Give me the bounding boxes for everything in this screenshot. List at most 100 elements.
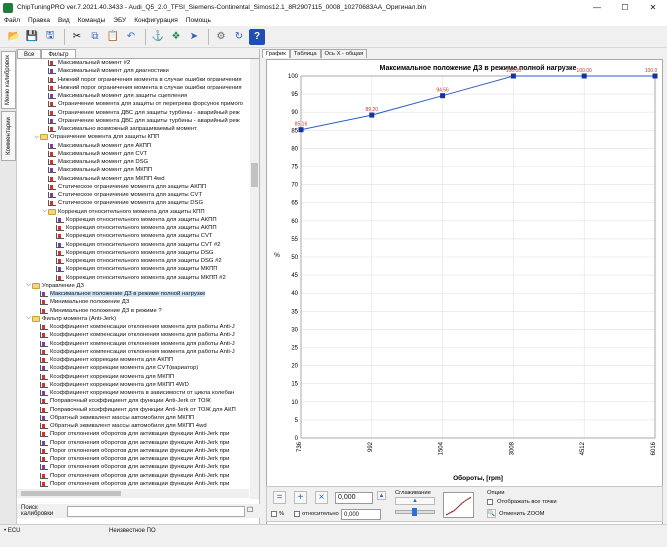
save-as-icon[interactable]: 🖫: [42, 29, 58, 45]
cut-icon[interactable]: ✂: [69, 29, 85, 45]
relative-value-input[interactable]: 0,000: [341, 509, 381, 520]
tree-item[interactable]: Минимальное положение ДЗ в режиме ?: [17, 307, 249, 315]
tab-x-axis[interactable]: Ось X - общая: [320, 49, 368, 58]
tree-item[interactable]: Порог отклонения оборотов для активации …: [17, 463, 249, 471]
tree-item[interactable]: Коррекция относительного момента для защ…: [17, 257, 249, 265]
tab-graph[interactable]: График: [262, 49, 290, 58]
cancel-zoom-icon[interactable]: 🔍: [487, 509, 496, 518]
search-input[interactable]: [67, 505, 245, 517]
expander-icon[interactable]: ⌵: [25, 315, 32, 322]
menu-item[interactable]: Правка: [28, 17, 50, 24]
copy-icon[interactable]: ⧉: [87, 29, 103, 45]
multiply-button[interactable]: ×: [315, 491, 328, 504]
tree-folder[interactable]: ⌵ Управление ДЗ: [17, 282, 249, 290]
tree-item[interactable]: Максимальный момент для защиты сцепления: [17, 92, 249, 100]
relative-checkbox[interactable]: [294, 511, 300, 517]
equalize-button[interactable]: =: [273, 491, 286, 504]
open-icon[interactable]: 📂: [6, 29, 22, 45]
tree-item[interactable]: Коэффициент компенсации отклонения момен…: [17, 323, 249, 331]
expander-icon[interactable]: ⌵: [25, 282, 32, 289]
tree-item[interactable]: Обратный эквивалент массы автомобиля для…: [17, 414, 249, 422]
tree-item[interactable]: Коэффициент компенсации отклонения момен…: [17, 340, 249, 348]
apply-up-icon[interactable]: ▲: [377, 491, 386, 500]
tree-item[interactable]: Максимально возможный запрашиваемый моме…: [17, 125, 249, 133]
tree-item[interactable]: Нижний порог ограничения момента в случа…: [17, 76, 249, 84]
smoothing-slider[interactable]: [395, 508, 435, 516]
line-chart[interactable]: Максимальное положение ДЗ в режиме полно…: [267, 60, 664, 485]
tree-item[interactable]: Максимальный момент для DSG: [17, 158, 249, 166]
tree-item[interactable]: Ограничение момента ДВС для защиты турби…: [17, 109, 249, 117]
show-all-points-checkbox[interactable]: [487, 499, 493, 505]
tree-item[interactable]: Коэффициент коррекции момента для МКПП 4…: [17, 381, 249, 389]
tree-item[interactable]: Максимальный момент для АКПП: [17, 142, 249, 150]
tree-item[interactable]: Коэффициент коррекции момента для CVT(ва…: [17, 364, 249, 372]
tree-item[interactable]: Порог отклонения оборотов для активации …: [17, 439, 249, 447]
tree-item[interactable]: Обратный эквивалент массы автомобиля для…: [17, 422, 249, 430]
tree-item[interactable]: Коррекция относительного момента для защ…: [17, 216, 249, 224]
tree-item[interactable]: Минимальное положение ДЗ: [17, 298, 249, 306]
tab-table[interactable]: Таблица: [289, 49, 321, 58]
percent-checkbox[interactable]: [271, 511, 277, 517]
tree-item[interactable]: Нижний порог ограничения момента в случа…: [17, 84, 249, 92]
tree-item[interactable]: Максимальный момент для МКПП: [17, 166, 249, 174]
scroll-thumb[interactable]: [251, 163, 258, 187]
scroll-thumb[interactable]: [21, 491, 121, 496]
tree-item[interactable]: Порог отклонения оборотов для активации …: [17, 480, 249, 488]
tab-filter[interactable]: Фильтр: [41, 49, 76, 58]
menu-item[interactable]: Файл: [4, 17, 20, 24]
tree-folder[interactable]: ⌵ Коррекция относительного момента для за…: [17, 208, 249, 216]
help-icon[interactable]: ?: [249, 28, 265, 45]
tree-item[interactable]: Коррекция относительного момента для защ…: [17, 249, 249, 257]
menu-item[interactable]: Команды: [78, 17, 106, 24]
expander-icon[interactable]: ⌵: [33, 134, 40, 141]
maximize-button[interactable]: ☐: [611, 0, 639, 15]
tree-item[interactable]: Статическое ограничение момента для защи…: [17, 199, 249, 207]
tree-item[interactable]: Коррекция относительного момента для защ…: [17, 224, 249, 232]
menu-item[interactable]: ЭБУ: [113, 17, 126, 24]
tree-item[interactable]: Поправочный коэффициент для функции Anti…: [17, 406, 249, 414]
menu-item[interactable]: Конфигурация: [134, 17, 178, 24]
tree-item[interactable]: Ограничение момента ДВС для защиты турби…: [17, 117, 249, 125]
tab-calibration-menu[interactable]: Меню калибровок: [1, 51, 16, 109]
tree-item[interactable]: Коррекция относительного момента для защ…: [17, 274, 249, 282]
tree-item[interactable]: Порог отклонения оборотов для активации …: [17, 430, 249, 438]
navigate-icon[interactable]: ❖: [168, 29, 184, 45]
tree-folder[interactable]: ⌵ Ограничение момента для защиты КПП: [17, 133, 249, 141]
tab-comments[interactable]: Комментарии: [1, 111, 16, 161]
save-icon[interactable]: 💾: [24, 29, 40, 45]
tree-item[interactable]: Поправочный коэффициент для функции Anti…: [17, 397, 249, 405]
minimize-button[interactable]: —: [583, 0, 611, 15]
tree-item[interactable]: Максимальный момент #2: [17, 59, 249, 67]
add-button[interactable]: +: [294, 491, 307, 504]
update-icon[interactable]: ↻: [231, 29, 247, 45]
tree-item[interactable]: Порог отклонения оборотов для активации …: [17, 455, 249, 463]
tree-item[interactable]: Коэффициент коррекции момента в зависимо…: [17, 389, 249, 397]
tree-item[interactable]: Максимальный момент для МКПП 4wd: [17, 175, 249, 183]
tree-item[interactable]: Максимальное положение ДЗ в режиме полно…: [17, 290, 249, 298]
settings-icon[interactable]: ⚙: [213, 29, 229, 45]
tree-item[interactable]: Статическое ограничение момента для защи…: [17, 183, 249, 191]
cancel-zoom-button[interactable]: Отменить ZOOM: [499, 511, 545, 517]
tree-horizontal-scrollbar[interactable]: [17, 489, 249, 498]
tree-item[interactable]: Ограничение момента для защиты от перегр…: [17, 100, 249, 108]
paste-icon[interactable]: 📋: [105, 29, 121, 45]
tree-vertical-scrollbar[interactable]: [250, 59, 259, 499]
smoothing-up-icon[interactable]: ▲: [395, 497, 435, 505]
tab-all[interactable]: Все: [17, 49, 42, 58]
tree-item[interactable]: Статическое ограничение момента для защи…: [17, 191, 249, 199]
tree-item[interactable]: Максимальный момент для CVT: [17, 150, 249, 158]
tree-item[interactable]: Коррекция относительного момента для защ…: [17, 241, 249, 249]
compare-icon[interactable]: ⚓: [150, 29, 166, 45]
arrow-icon[interactable]: ➤: [186, 29, 202, 45]
tree-item[interactable]: Коэффициент компенсации отклонения момен…: [17, 348, 249, 356]
menu-item[interactable]: Помощь: [186, 17, 211, 24]
tree-folder[interactable]: ⌵ Фильтр момента (Anti-Jerk): [17, 315, 249, 323]
tree-item[interactable]: Порог отклонения оборотов для активации …: [17, 447, 249, 455]
tree-item[interactable]: Коррекция относительного момента для защ…: [17, 265, 249, 273]
undo-icon[interactable]: ↶: [123, 29, 139, 45]
tree-item[interactable]: Коэффициент коррекции момента для АКПП: [17, 356, 249, 364]
tree-item[interactable]: Максимальный момент для диагностики: [17, 67, 249, 75]
search-button-icon[interactable]: ☐: [247, 506, 257, 516]
tree-item[interactable]: Порог отклонения оборотов для активации …: [17, 472, 249, 480]
expander-icon[interactable]: ⌵: [41, 208, 48, 215]
